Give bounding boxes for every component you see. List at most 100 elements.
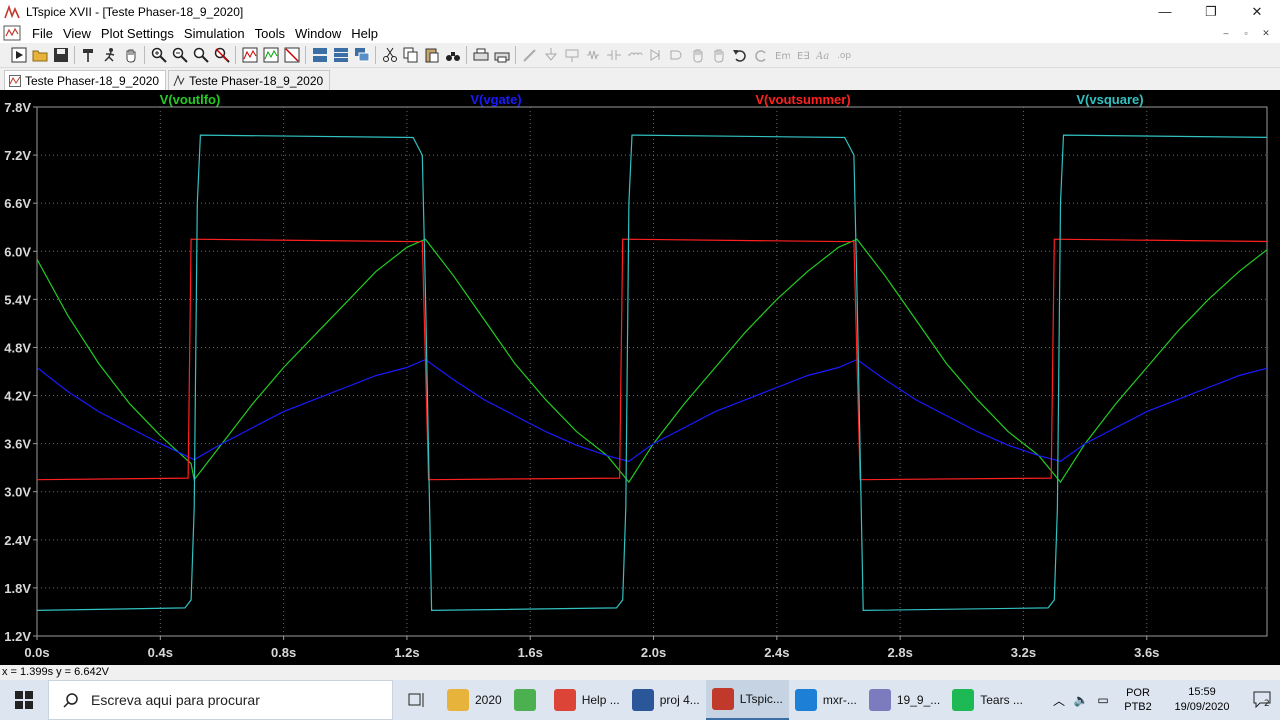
taskbar-app-label: LTspic... (739, 692, 783, 706)
legend-label[interactable]: V(voutsummer) (755, 92, 850, 107)
windows-logo-icon (15, 691, 33, 709)
legend-label[interactable]: V(vsquare) (1076, 92, 1143, 107)
pan-button[interactable] (120, 45, 141, 65)
taskbar-app-photos[interactable]: mxr-... (789, 680, 863, 720)
taskbar-app-chrome[interactable]: Help ... (548, 680, 626, 720)
menu-help[interactable]: Help (346, 26, 383, 41)
svg-text:Aa: Aa (816, 51, 829, 62)
title-bar: LTspice XVII - [Teste Phaser-18_9_2020] … (0, 0, 1280, 23)
redo-icon (754, 50, 766, 62)
open-button[interactable] (29, 45, 50, 65)
notification-button[interactable]: 2 (1246, 680, 1280, 720)
copy-icon (403, 47, 417, 63)
task-view-button[interactable] (393, 680, 441, 720)
shield-app-icon (513, 689, 536, 711)
paint-icon (868, 689, 891, 711)
minimize-button[interactable]: — (1142, 0, 1188, 23)
undo-button[interactable] (729, 45, 750, 65)
taskbar-app-folder[interactable]: 2020 (441, 680, 508, 720)
legend-label[interactable]: V(voutlfo) (160, 92, 221, 107)
taskbar-app-shield-app[interactable] (508, 680, 548, 720)
menu-plot-settings[interactable]: Plot Settings (96, 26, 179, 41)
cut-button[interactable] (379, 45, 400, 65)
menu-simulation[interactable]: Simulation (179, 26, 250, 41)
halt-button[interactable] (99, 45, 120, 65)
start-button[interactable] (0, 680, 48, 720)
mdi-restore-button[interactable]: ▫ (1236, 28, 1256, 38)
menu-view[interactable]: View (58, 26, 96, 41)
tile-vertical-button[interactable] (330, 45, 351, 65)
search-icon (63, 693, 78, 708)
maximize-button[interactable]: ❐ (1188, 0, 1234, 23)
language-indicator[interactable]: POR PTB2 (1120, 686, 1156, 714)
cascade-icon (354, 48, 369, 62)
x-tick-label: 1.6s (518, 645, 543, 660)
rotate-icon: Em (775, 51, 790, 62)
zoom-cancel-button[interactable] (211, 45, 232, 65)
taskbar-app-ltspice[interactable]: LTspic... (705, 680, 789, 720)
taskbar-app-paint[interactable]: 19_9_... (863, 680, 946, 720)
zoom-out-button[interactable] (169, 45, 190, 65)
waveform-plot-area[interactable]: 0.0s 0.4s 0.8s 1.2s 1.6s 2.0s 2.4s 2.8s 3.2s 3.6s… (0, 90, 1280, 665)
print-button[interactable] (491, 45, 512, 65)
language-code: POR (1126, 687, 1150, 699)
chevron-up-icon[interactable]: ︿ (1048, 692, 1070, 709)
running-man-icon (103, 48, 114, 62)
search-placeholder: Escreva aqui para procurar (91, 692, 260, 708)
tab-waveform-label: Teste Phaser-18_9_2020 (25, 73, 160, 88)
speaker-icon[interactable]: 🔈 (1070, 693, 1092, 707)
y-tick-label: 5.4V (4, 292, 31, 307)
legend-label[interactable]: V(vgate) (470, 92, 521, 107)
taskbar-app-word[interactable]: proj 4... (626, 680, 706, 720)
clear-traces-button[interactable] (281, 45, 302, 65)
rotate-button: Em (771, 45, 792, 65)
resistor-icon (586, 50, 599, 60)
y-tick-label: 7.8V (4, 100, 31, 115)
autorange-button[interactable] (239, 45, 260, 65)
chart-autorange-icon (242, 47, 257, 63)
text-button: Aa (813, 45, 834, 65)
print-setup-button[interactable] (470, 45, 491, 65)
mdi-minimize-button[interactable]: – (1216, 28, 1236, 38)
control-panel-button[interactable] (78, 45, 99, 65)
hand-icon (126, 49, 135, 63)
menu-window[interactable]: Window (290, 26, 346, 41)
run-button[interactable] (8, 45, 29, 65)
mdi-close-button[interactable]: ✕ (1256, 28, 1276, 39)
zoom-full-button[interactable] (190, 45, 211, 65)
zoom-full-icon (193, 47, 209, 63)
tile-horizontal-button[interactable] (309, 45, 330, 65)
zoom-in-button[interactable] (148, 45, 169, 65)
x-tick-label: 2.0s (641, 645, 666, 660)
schematic-icon (173, 74, 185, 86)
menu-file[interactable]: File (27, 26, 58, 41)
y-tick-label: 3.0V (4, 485, 31, 500)
find-button[interactable] (442, 45, 463, 65)
series-line-vvoutlfo (37, 238, 1267, 484)
diode-icon (650, 49, 660, 61)
tab-schematic[interactable]: Teste Phaser-18_9_2020 (168, 70, 331, 90)
x-tick-label: 1.2s (394, 645, 419, 660)
menu-tools[interactable]: Tools (250, 26, 290, 41)
save-button[interactable] (50, 45, 71, 65)
taskbar-app-label: 2020 (475, 693, 502, 707)
clock[interactable]: 15:59 19/09/2020 (1162, 685, 1242, 715)
move-hand-icon (693, 49, 702, 63)
waveform-chart[interactable]: 0.0s 0.4s 0.8s 1.2s 1.6s 2.0s 2.4s 2.8s 3.2s 3.6s… (0, 90, 1280, 665)
close-button[interactable]: ✕ (1234, 0, 1280, 23)
copy-button[interactable] (400, 45, 421, 65)
taskbar-app-spotify[interactable]: Tears ... (946, 680, 1029, 720)
svg-text:.op: .op (837, 51, 851, 61)
menu-bar: File View Plot Settings Simulation Tools… (0, 23, 1280, 43)
chart-grid-icon (263, 47, 278, 63)
series-line-vvsquare (37, 134, 1267, 612)
svg-text:E∃: E∃ (797, 51, 810, 62)
drag-hand-icon (714, 49, 723, 63)
paste-button[interactable] (421, 45, 442, 65)
waveform-doc-icon (3, 25, 21, 41)
taskbar-search[interactable]: Escreva aqui para procurar (48, 680, 393, 720)
battery-icon[interactable]: ▭ (1092, 693, 1114, 707)
cascade-button[interactable] (351, 45, 372, 65)
tab-waveform[interactable]: Teste Phaser-18_9_2020 (4, 70, 167, 90)
grid-button[interactable] (260, 45, 281, 65)
